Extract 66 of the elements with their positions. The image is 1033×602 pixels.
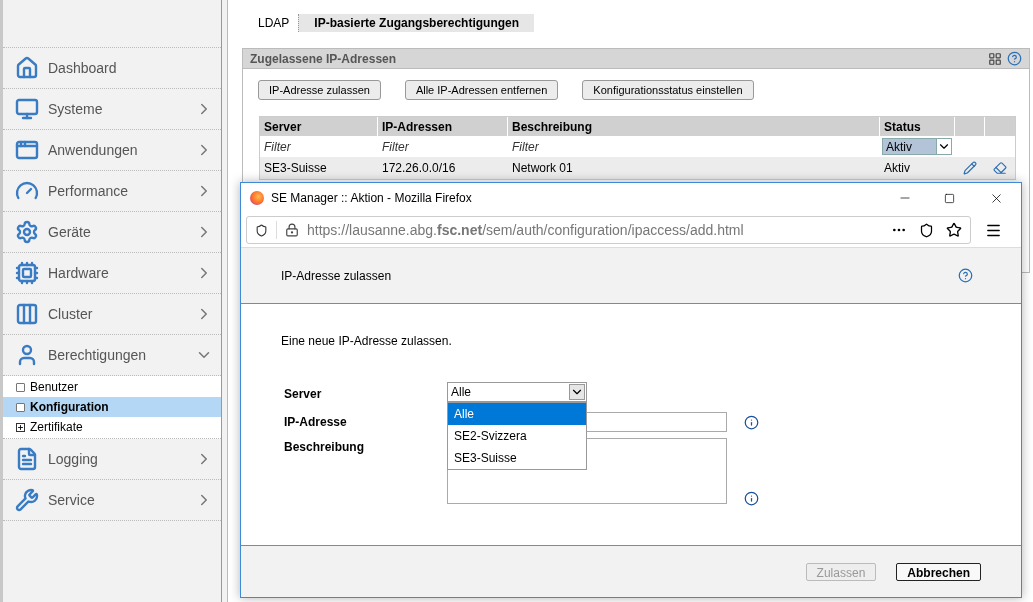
tree-item[interactable]: Zertifikate (3, 417, 221, 437)
info-icon[interactable] (744, 491, 759, 506)
document-icon (15, 447, 39, 471)
field-label: Beschreibung (283, 439, 365, 456)
shield-icon[interactable] (255, 223, 268, 237)
grid-icon[interactable] (988, 51, 1002, 66)
dropdown-option[interactable]: Alle (448, 403, 586, 425)
menu-item[interactable]: Dashboard (48, 57, 117, 79)
gear-icon (15, 220, 39, 244)
menu-item[interactable]: Systeme (48, 98, 103, 120)
column-header: Server (260, 117, 378, 136)
menu-item[interactable]: Service (48, 489, 95, 511)
table-cell-text: 172.26.0.0/16 (381, 160, 457, 177)
chip-icon (15, 261, 39, 285)
menu-item[interactable]: Performance (48, 180, 129, 202)
menu-item[interactable]: Cluster (48, 303, 93, 325)
dialog-button[interactable]: Abbrechen (896, 562, 981, 581)
table-cell-text: SE3-Suisse (263, 160, 328, 177)
server-select[interactable]: Alle (447, 382, 587, 402)
tree-item[interactable]: Benutzer (3, 377, 221, 397)
filter-field[interactable]: Filter (508, 137, 880, 156)
tree-item[interactable]: Konfiguration (3, 397, 221, 417)
expand-plus-icon[interactable] (16, 422, 25, 432)
help-icon[interactable] (1007, 51, 1022, 66)
dropdown-option[interactable]: SE2-Svizzera (448, 425, 586, 447)
tab[interactable]: LDAP (249, 14, 299, 32)
menu-item[interactable]: Anwendungen (48, 139, 138, 161)
column-header: Beschreibung (508, 117, 880, 136)
field-label: Server (283, 386, 323, 403)
wrench-icon (15, 488, 39, 512)
table-cell-text: Aktiv (883, 160, 911, 177)
menu-item[interactable]: Hardware (48, 262, 109, 284)
help-icon[interactable] (958, 268, 973, 283)
field-label: IP-Adresse (283, 414, 348, 431)
menu-item[interactable]: Logging (48, 448, 98, 470)
pencil-icon[interactable] (963, 161, 977, 175)
tab[interactable]: IP-basierte Zugangsberechtigungen (298, 14, 535, 32)
monitors-icon (15, 97, 39, 121)
toolbar-button[interactable]: Alle IP-Adressen entfernen (404, 80, 559, 100)
window-title: SE Manager :: Aktion - Mozilla Firefox (271, 190, 472, 207)
intro-text: Eine neue IP-Adresse zulassen. (281, 333, 453, 350)
column-header: IP-Adressen (378, 117, 508, 136)
url-text: https://lausanne.abg.fsc.net/sem/auth/configuration/ipaccess/add.html (307, 220, 744, 240)
panel-title: Zugelassene IP-Adressen (250, 50, 397, 68)
dropdown-option[interactable]: SE3-Suisse (448, 447, 586, 469)
toolbar-button[interactable]: Konfigurationsstatus einstellen (582, 80, 754, 100)
menu-item[interactable]: Geräte (48, 221, 91, 243)
address-bar[interactable]: https://lausanne.abg.fsc.net/sem/auth/configuration/ipaccess/add.html (246, 216, 971, 244)
caret-icon (569, 384, 585, 400)
dialog-heading: IP-Adresse zulassen (281, 267, 392, 285)
cluster-icon (15, 302, 39, 326)
filter-field[interactable]: Filter (260, 137, 378, 156)
house-icon (15, 56, 39, 80)
info-icon[interactable] (744, 415, 759, 430)
status-filter-select[interactable]: Aktiv (882, 138, 952, 155)
column-header: Status (880, 117, 955, 136)
caret-icon (936, 139, 951, 154)
toolbar-button[interactable]: IP-Adresse zulassen (258, 80, 381, 100)
app-window-icon (15, 138, 39, 162)
menu-item[interactable]: Berechtigungen (48, 344, 147, 366)
eraser-icon[interactable] (993, 161, 1007, 175)
maximize-icon[interactable] (944, 192, 955, 204)
table-cell-text: Network 01 (511, 160, 574, 177)
browser-logo-icon (250, 191, 264, 205)
filter-field[interactable]: Filter (378, 137, 508, 156)
star-icon[interactable] (946, 222, 962, 238)
